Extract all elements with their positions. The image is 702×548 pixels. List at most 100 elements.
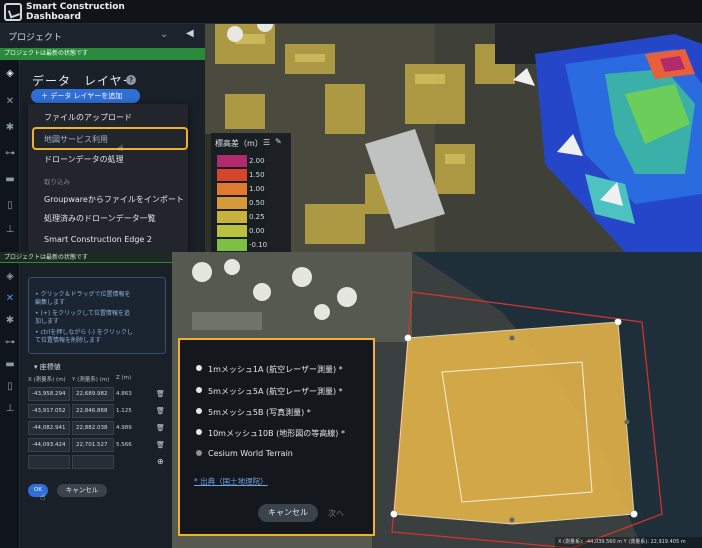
- elevation-legend: 標高差（m） ☰ ✎ 2.00 1.50 1.00 0.50 0.25 0.00…: [211, 133, 291, 252]
- radio-icon: [196, 387, 202, 393]
- z-value: 5.566: [116, 442, 132, 448]
- dialog-cancel-button[interactable]: キャンセル: [258, 504, 318, 522]
- collapse-panel-icon[interactable]: ◀: [186, 28, 194, 39]
- legend-swatch: [217, 155, 247, 167]
- dialog-next-button[interactable]: 次へ: [328, 508, 344, 519]
- radio-icon: [196, 450, 202, 456]
- coordinates-header[interactable]: ▾ 座標値: [34, 362, 61, 372]
- menu-item-groupware-import[interactable]: Groupwareからファイルをインポート: [28, 192, 188, 208]
- trash-icon[interactable]: 🗑: [156, 441, 165, 449]
- y-input[interactable]: 22,882.038: [72, 421, 114, 435]
- column-header-x: X (測量系) (m): [28, 377, 66, 383]
- vehicle-icon[interactable]: ⊶: [4, 148, 16, 160]
- pencil-icon[interactable]: ✎: [275, 137, 282, 146]
- coordinate-edit-panel: • クリック＆ドラッグで位置情報を 編集します • (+) をクリックして位置情…: [20, 263, 172, 548]
- option-label: 1mメッシュ1A (航空レーザー測量) *: [208, 365, 343, 374]
- tool-rail: ◈ ✕ ✱ ⊶ ▬ ▯ ⊥: [0, 263, 20, 548]
- z-value: 1.125: [116, 408, 132, 414]
- tools-icon[interactable]: ✕: [4, 293, 16, 305]
- app-logo-icon: [4, 3, 22, 21]
- radio-icon: [196, 429, 202, 435]
- project-status-banner: プロジェクトは最新の状態です: [0, 252, 172, 263]
- legend-swatch: [217, 225, 247, 237]
- menu-section-import: 取り込み: [44, 178, 70, 186]
- y-input[interactable]: 22,846.868: [72, 404, 114, 418]
- highlight-box: [32, 127, 188, 150]
- panel-title: データ レイヤー: [32, 74, 136, 88]
- z-value: 4.863: [116, 391, 132, 397]
- network-icon[interactable]: ⊥: [4, 224, 16, 236]
- legend-label: 0.25: [249, 213, 265, 221]
- legend-swatch: [217, 197, 247, 209]
- menu-item-file-upload[interactable]: ファイルのアップロード: [28, 110, 188, 126]
- chevron-down-icon[interactable]: ⌄: [160, 29, 168, 40]
- y-input-new[interactable]: [72, 455, 114, 469]
- radio-icon: [196, 365, 202, 371]
- layers-icon[interactable]: ◈: [4, 271, 16, 283]
- project-status-banner: プロジェクトは最新の状態です: [0, 48, 205, 60]
- legend-title: 標高差（m）: [215, 139, 263, 148]
- x-input[interactable]: -44,082.941: [28, 421, 70, 435]
- option-label: 5mメッシュ5B (写真測量) *: [208, 408, 311, 417]
- legend-swatch: [217, 169, 247, 181]
- mouse-cursor-icon: ☝: [118, 144, 124, 154]
- radio-icon: [196, 408, 202, 414]
- cancel-button[interactable]: キャンセル: [57, 484, 107, 497]
- legend-label: 1.50: [249, 171, 265, 179]
- menu-item-edge2[interactable]: Smart Construction Edge 2: [28, 232, 188, 248]
- column-header-y: Y (測量系) (m): [72, 377, 110, 383]
- folder-icon[interactable]: ▬: [4, 174, 16, 186]
- network-icon[interactable]: ⊥: [4, 403, 16, 415]
- tools-icon[interactable]: ✕: [4, 96, 16, 108]
- hint-text: • (+) をクリックして位置情報を追 加します: [35, 310, 130, 325]
- add-data-layer-button[interactable]: ＋ データ レイヤーを追加: [31, 89, 140, 103]
- option-label: Cesium World Terrain: [208, 449, 293, 458]
- project-label: プロジェクト: [8, 33, 63, 43]
- option-label: 5mメッシュ5A (航空レーザー測量) *: [208, 387, 343, 396]
- device-icon[interactable]: ▯: [4, 200, 16, 212]
- device-icon[interactable]: ▯: [4, 381, 16, 393]
- trash-icon[interactable]: 🗑: [156, 424, 165, 432]
- z-value: 4.989: [116, 425, 132, 431]
- coordinates-header-label: 座標値: [39, 363, 61, 371]
- folder-icon[interactable]: ▬: [4, 359, 16, 371]
- legend-label: 1.00: [249, 185, 265, 193]
- help-icon[interactable]: ?: [126, 75, 136, 85]
- y-input[interactable]: 22,689.982: [72, 387, 114, 401]
- hint-text: • ctrlを押しながら (-) をクリックし て位置情報を削除します: [35, 329, 133, 344]
- option-label: 10mメッシュ10B (地形図の等高線) *: [208, 429, 345, 438]
- trash-icon[interactable]: 🗑: [156, 390, 165, 398]
- add-circle-icon[interactable]: ⊕: [157, 457, 164, 466]
- terrain-source-dialog: 1mメッシュ1A (航空レーザー測量) * 5mメッシュ5A (航空レーザー測量…: [178, 338, 375, 536]
- legend-swatch: [217, 211, 247, 223]
- hint-text: • クリック＆ドラッグで位置情報を 編集します: [35, 291, 131, 306]
- y-input[interactable]: 22,701.527: [72, 438, 114, 452]
- vehicle-icon[interactable]: ⊶: [4, 337, 16, 349]
- legend-label: 0.00: [249, 227, 265, 235]
- x-input-new[interactable]: [28, 455, 70, 469]
- legend-label: 0.50: [249, 199, 265, 207]
- top-app-bar: Smart Construction Dashboard: [0, 0, 702, 24]
- legend-swatch: [217, 183, 247, 195]
- project-selector[interactable]: プロジェクト ⌄ ◀: [0, 24, 205, 48]
- menu-item-processed-drone-list[interactable]: 処理済みのドローンデータ一覧: [28, 211, 188, 227]
- gear-icon[interactable]: ✱: [4, 122, 16, 134]
- app-title: Smart Construction Dashboard: [26, 2, 125, 22]
- x-input[interactable]: -44,093.424: [28, 438, 70, 452]
- trash-icon[interactable]: 🗑: [156, 407, 165, 415]
- legend-label: -0.10: [249, 241, 268, 249]
- legend-swatch: [217, 239, 247, 251]
- instructions-box: • クリック＆ドラッグで位置情報を 編集します • (+) をクリックして位置情…: [28, 277, 166, 354]
- cursor-coordinate-readout: X (測量系): -44,039.560 m Y (測量系): 22,919.4…: [555, 537, 702, 548]
- layers-icon[interactable]: ◈: [4, 68, 16, 80]
- legend-label: 2.00: [249, 157, 265, 165]
- x-input[interactable]: -43,958.294: [28, 387, 70, 401]
- x-input[interactable]: -43,917.052: [28, 404, 70, 418]
- tool-rail: ◈ ✕ ✱ ⊶ ▬ ▯ ⊥: [0, 60, 20, 252]
- column-header-z: Z (m): [116, 375, 132, 381]
- list-icon[interactable]: ☰: [263, 138, 270, 147]
- menu-item-drone-processing[interactable]: ドローンデータの処理: [28, 152, 188, 168]
- mouse-cursor-icon: ☝: [40, 493, 46, 503]
- gear-icon[interactable]: ✱: [4, 315, 16, 327]
- source-link[interactable]: * 出典（国土地理院）: [194, 476, 268, 487]
